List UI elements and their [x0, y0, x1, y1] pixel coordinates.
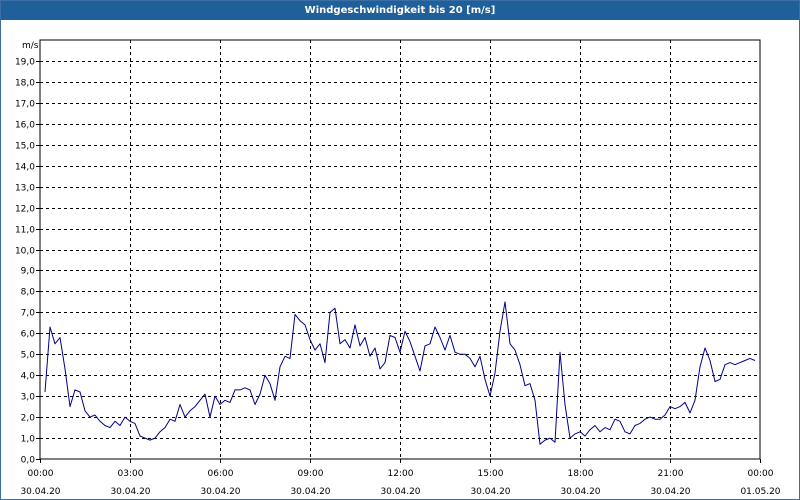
x-tick-time-label: 03:00: [118, 469, 144, 479]
x-tick-date-label: 30.04.20: [20, 487, 60, 497]
y-tick-label: 19,0: [15, 58, 35, 68]
x-tick-date-label: 30.04.20: [650, 487, 690, 497]
y-tick-label: 1,0: [21, 435, 36, 445]
x-tick-time-label: 06:00: [208, 469, 234, 479]
y-tick-label: 8,0: [21, 288, 36, 298]
y-tick-label: 10,0: [15, 247, 35, 257]
x-tick-date-label: 01.05.20: [740, 487, 780, 497]
x-tick-date-label: 30.04.20: [110, 487, 150, 497]
x-tick-date-label: 30.04.20: [200, 487, 240, 497]
x-tick-date-label: 30.04.20: [380, 487, 420, 497]
x-tick-time-label: 12:00: [388, 469, 414, 479]
chart-svg: m/s 0,0 1,0 2,0 3,0 4,0 5,0 6,0 7,0 8,0 9,0 10,0 11…: [15, 39, 781, 497]
x-tick-time-label: 21:00: [658, 469, 684, 479]
y-tick-label: 12,0: [15, 205, 35, 215]
y-tick-label: 11,0: [15, 226, 35, 236]
y-tick-label: 17,0: [15, 100, 35, 110]
x-tick-date-label: 30.04.20: [560, 487, 600, 497]
x-tick-time-label: 18:00: [568, 469, 594, 479]
y-tick-label: 2,0: [21, 414, 36, 424]
x-axis-ticks: 00:00 30.04.20 03:00 30.04.20 06:00 30.04.20 0…: [20, 459, 781, 497]
y-tick-label: 13,0: [15, 184, 35, 194]
y-tick-label: 18,0: [15, 79, 35, 89]
y-tick-label: 0,0: [21, 456, 36, 466]
y-tick-label: 16,0: [15, 121, 35, 131]
x-tick-date-label: 30.04.20: [290, 487, 330, 497]
y-axis-ticks: 0,0 1,0 2,0 3,0 4,0 5,0 6,0 7,0 8,0 9,0 10,0 11,0 12…: [15, 58, 40, 466]
y-tick-label: 6,0: [21, 330, 36, 340]
x-tick-time-label: 00:00: [748, 469, 774, 479]
y-tick-label: 9,0: [21, 267, 36, 277]
x-tick-time-label: 09:00: [298, 469, 324, 479]
x-tick-time-label: 15:00: [478, 469, 504, 479]
x-tick-date-label: 30.04.20: [470, 487, 510, 497]
y-tick-label: 14,0: [15, 163, 35, 173]
y-tick-label: 3,0: [21, 393, 36, 403]
y-tick-label: 7,0: [21, 309, 36, 319]
y-tick-label: 15,0: [15, 142, 35, 152]
x-tick-time-label: 00:00: [28, 469, 54, 479]
y-axis-unit-label: m/s: [22, 41, 39, 51]
y-tick-label: 4,0: [21, 372, 36, 382]
y-tick-label: 5,0: [21, 351, 36, 361]
